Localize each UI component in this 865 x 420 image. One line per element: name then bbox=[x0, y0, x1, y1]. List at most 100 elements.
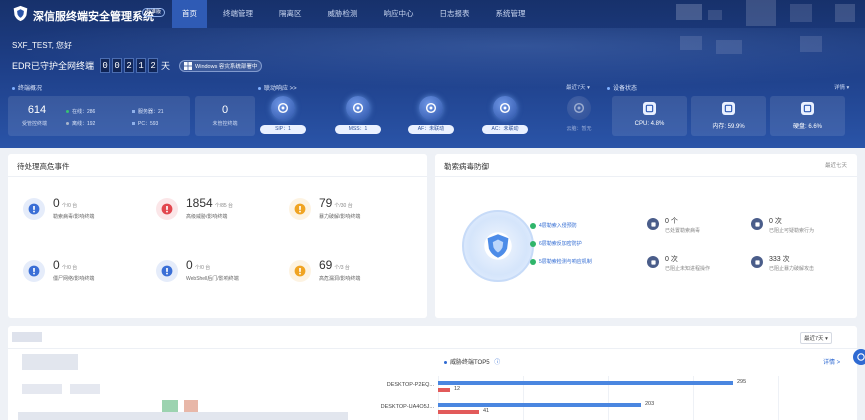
divider bbox=[8, 348, 857, 349]
event-number: 0 bbox=[186, 258, 193, 272]
process-icon bbox=[647, 256, 659, 268]
event-number: 0 bbox=[53, 258, 60, 272]
main-nav: 首页 终端管理 隔离区 威胁检测 响应中心 日志报表 系统管理 bbox=[172, 0, 542, 28]
nav-item-4[interactable]: 响应中心 bbox=[374, 0, 424, 28]
event-number: 69 bbox=[319, 258, 333, 272]
device-detail-link[interactable]: 详情 ▾ bbox=[834, 83, 849, 91]
linkage-house-icon bbox=[493, 96, 517, 120]
info-icon[interactable]: ⓘ bbox=[494, 360, 500, 366]
event-name: 僵尸网络/影响终端 bbox=[53, 276, 95, 282]
nav-item-0[interactable]: 首页 bbox=[172, 0, 207, 28]
ransom-feature-0[interactable]: 4层勒索入侵预防 bbox=[530, 222, 577, 229]
device-card-0[interactable]: CPU: 4.8% bbox=[612, 96, 687, 136]
chat-icon bbox=[857, 353, 865, 361]
file-icon bbox=[751, 218, 763, 230]
event-count: 1854 个/85 台 bbox=[186, 196, 233, 210]
nav-item-2[interactable]: 隔离区 bbox=[269, 0, 312, 28]
redacted-area bbox=[800, 36, 822, 52]
ransom-feature-2[interactable]: 5层勒索检测与响应机制 bbox=[530, 258, 592, 265]
event-sub: 个/30 台 bbox=[334, 203, 353, 209]
tops-detail-link[interactable]: 详情 > bbox=[823, 357, 840, 366]
day-digit: 0 bbox=[112, 58, 123, 73]
linkage-node-4[interactable]: 云脑：暂无 bbox=[554, 96, 604, 138]
chart-bar bbox=[438, 381, 733, 385]
event-item-2[interactable]: 79 个/30 台暴力破解/影响终端 bbox=[289, 196, 419, 226]
windows-notice-button[interactable]: Windows 容灾系统部署中 bbox=[179, 59, 263, 72]
check-icon bbox=[530, 240, 536, 247]
event-number: 0 bbox=[53, 196, 60, 210]
ransomware-defense-panel: 勒索病毒防御 最近七天 4层勒索入侵预防 6层勒索反加密防护 5层勒索检测与响应机制… bbox=[435, 154, 857, 318]
linkage-node-1[interactable]: MSS：1 bbox=[333, 96, 383, 138]
ransom-shield-icon bbox=[462, 210, 534, 282]
terminal-overview-card[interactable]: 614 受管控终端 在线：286 离线：192 服务器：21 PC：593 bbox=[8, 96, 190, 136]
redacted-area bbox=[716, 40, 742, 54]
pending-events-title: 待处理高危事件 bbox=[17, 162, 70, 171]
event-item-3[interactable]: 0 个/0 台僵尸网络/影响终端 bbox=[23, 258, 153, 288]
nav-item-6[interactable]: 系统管理 bbox=[486, 0, 536, 28]
event-item-0[interactable]: 0 个/0 台勒索病毒/影响终端 bbox=[23, 196, 153, 226]
linkage-label: AF：未联动 bbox=[408, 125, 454, 134]
online-count: 在线：286 bbox=[66, 108, 95, 115]
nav-item-1[interactable]: 终端管理 bbox=[213, 0, 263, 28]
chart-bar bbox=[438, 388, 450, 392]
event-count: 69 个/3 台 bbox=[319, 258, 350, 272]
event-item-5[interactable]: 69 个/3 台高危漏洞/影响终端 bbox=[289, 258, 419, 288]
event-item-1[interactable]: 1854 个/85 台高级威胁/影响终端 bbox=[156, 196, 286, 226]
linkage-range-select[interactable]: 最近7天 ▾ bbox=[566, 83, 590, 91]
side-float-button[interactable] bbox=[853, 349, 865, 365]
nav-item-5[interactable]: 日志报表 bbox=[430, 0, 480, 28]
vulnerability-icon bbox=[289, 260, 311, 282]
device-card-2[interactable]: 硬盘: 6.6% bbox=[770, 96, 845, 136]
event-sub: 个/0 台 bbox=[61, 265, 78, 271]
day-counter: 00212 bbox=[98, 58, 159, 73]
memory-icon bbox=[722, 102, 735, 115]
event-number: 79 bbox=[319, 196, 333, 210]
range-select[interactable]: 最近7天 ▾ bbox=[800, 332, 832, 344]
managed-count: 614 bbox=[27, 104, 47, 116]
redacted-area bbox=[676, 4, 702, 20]
notice-text: Windows 容灾系统部署中 bbox=[195, 63, 258, 70]
redacted-area bbox=[22, 354, 78, 370]
event-name: WebShell后门/影响终端 bbox=[186, 276, 239, 282]
linkage-node-0[interactable]: SIP：1 bbox=[258, 96, 308, 138]
ransom-feature-1[interactable]: 6层勒索反加密防护 bbox=[530, 240, 582, 247]
linkage-camera-icon bbox=[419, 96, 443, 120]
nav-item-3[interactable]: 威胁检测 bbox=[318, 0, 368, 28]
bug-icon bbox=[23, 198, 45, 220]
dashboard-header: 深信服终端安全管理系统 标准版 首页 终端管理 隔离区 威胁检测 响应中心 日志报表 系统管… bbox=[0, 0, 865, 148]
linkage-node-2[interactable]: AF：未联动 bbox=[406, 96, 456, 138]
chart-row-0[interactable]: DESKTOP-P2EQ... 295 12 bbox=[352, 379, 812, 394]
check-icon bbox=[530, 222, 536, 229]
ransomware-title: 勒索病毒防御 bbox=[444, 162, 489, 171]
event-count: 0 个/0 台 bbox=[53, 258, 77, 272]
unmanaged-card[interactable]: 0 未管控终端 bbox=[195, 96, 255, 136]
webshell-icon bbox=[156, 260, 178, 282]
ransom-stat-0: 0 个已处置勒索病毒 bbox=[647, 216, 737, 238]
windows-icon bbox=[184, 61, 193, 70]
event-item-4[interactable]: 0 个/0 台 WebShell后门/影响终端 bbox=[156, 258, 286, 288]
event-count: 0 个/0 台 bbox=[53, 196, 77, 210]
chart-value-label: 12 bbox=[454, 386, 461, 392]
device-status-label: 设备状态 bbox=[607, 83, 637, 92]
device-card-1[interactable]: 内存: 59.9% bbox=[691, 96, 766, 136]
day-digit: 1 bbox=[136, 58, 147, 73]
stat-number: 0 次 bbox=[769, 218, 782, 225]
event-sub: 个/0 台 bbox=[194, 265, 211, 271]
linkage-label: AC：未联动 bbox=[482, 125, 528, 134]
linkage-node-3[interactable]: AC：未联动 bbox=[480, 96, 530, 138]
chart-row-1[interactable]: DESKTOP-UA4O5J... 203 41 bbox=[352, 401, 812, 416]
event-name: 暴力破解/影响终端 bbox=[319, 214, 361, 220]
terminal-overview-label: 终端概况 bbox=[12, 83, 42, 92]
stat-number: 0 个 bbox=[665, 218, 678, 225]
linkage-response-link[interactable]: 联动响应 >> bbox=[258, 83, 297, 92]
event-sub: 个/85 台 bbox=[214, 203, 234, 209]
feature-label: 6层勒索反加密防护 bbox=[539, 241, 582, 247]
server-count: 服务器：21 bbox=[132, 108, 164, 115]
ransom-stat-3: 333 次已阻止暴力破解攻击 bbox=[751, 254, 841, 276]
chart-value-label: 295 bbox=[737, 379, 747, 385]
event-number: 1854 bbox=[186, 196, 213, 210]
app-title: 深信服终端安全管理系统 bbox=[33, 11, 154, 23]
device-value: CPU: 4.8% bbox=[634, 121, 665, 127]
threat-top5-title: 威胁终端TOP5 ⓘ bbox=[444, 357, 500, 366]
threat-overview-panel: 最近7天 ▾ 威胁终端TOP5 ⓘ 详情 > DESKTOP-P2EQ... 29… bbox=[8, 326, 857, 420]
